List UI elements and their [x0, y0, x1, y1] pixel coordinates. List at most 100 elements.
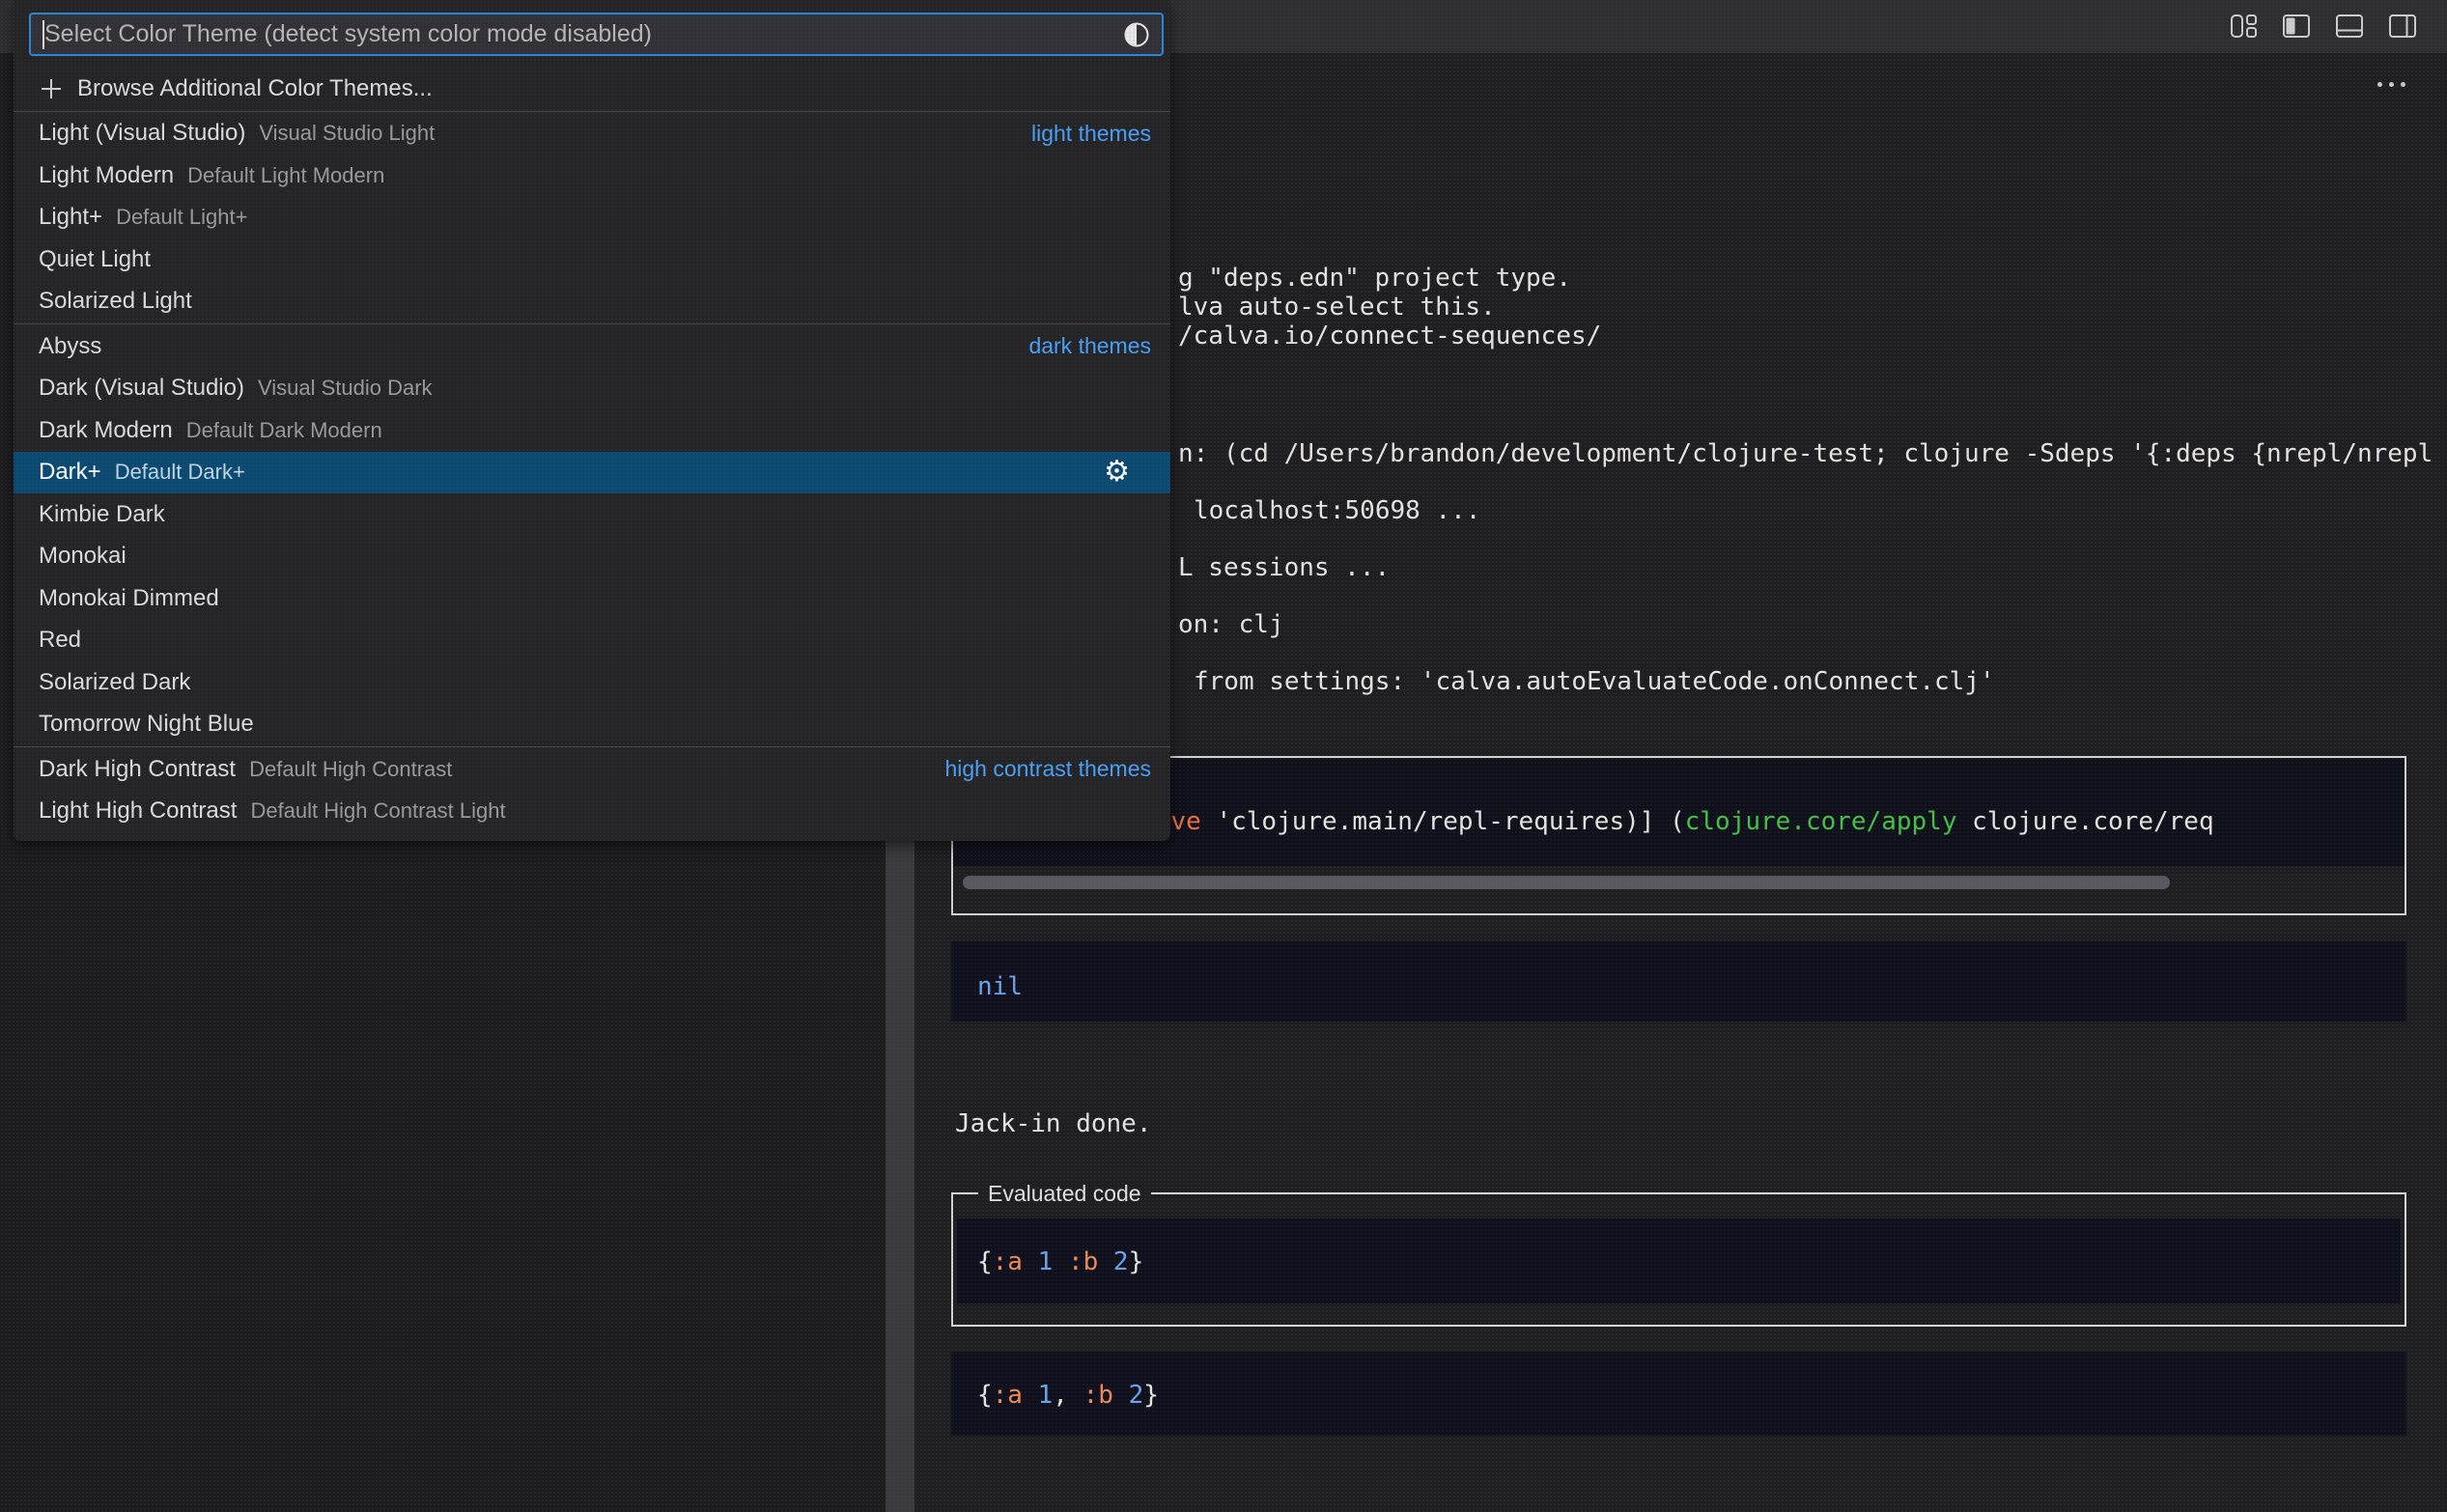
theme-category-label: high contrast themes [944, 756, 1151, 782]
theme-item-dark-modern[interactable]: Dark Modern Default Dark Modern [14, 409, 1170, 452]
theme-search-input[interactable]: Select Color Theme (detect system color … [29, 13, 1164, 56]
theme-item-label: Light (Visual Studio) [39, 120, 245, 147]
code-token: } [1129, 1247, 1144, 1276]
theme-item-description: Default High Contrast Light [250, 798, 505, 824]
plus-icon [39, 76, 64, 101]
repl-output-line: from settings: 'calva.autoEvaluateCode.o… [1178, 669, 2433, 694]
theme-item-light[interactable]: Light+ Default Light+ [14, 197, 1170, 239]
theme-category-label: dark themes [1028, 333, 1151, 359]
evaluating-code-line: quires (resolve 'clojure.main/repl-requi… [953, 758, 2405, 866]
theme-item-label: Light Modern [39, 162, 174, 189]
theme-item-kimbie-dark[interactable]: Kimbie Dark [14, 493, 1170, 536]
theme-item-label: Dark High Contrast [39, 756, 236, 783]
theme-item-label: Kimbie Dark [39, 501, 165, 528]
code-token: 2 [1129, 1381, 1144, 1410]
theme-item-abyss[interactable]: Abyss dark themes [14, 325, 1170, 368]
code-token: 1 [1038, 1381, 1054, 1410]
theme-item-solarized-light[interactable]: Solarized Light [14, 281, 1170, 323]
jack-in-done-text: Jack-in done. [955, 1109, 1152, 1138]
theme-item-description: Visual Studio Dark [258, 376, 433, 401]
theme-item-red[interactable]: Red [14, 620, 1170, 662]
code-token [1023, 1247, 1038, 1276]
code-token [1113, 1381, 1129, 1410]
code-token: :a [993, 1381, 1023, 1410]
repl-output-line: L sessions ... [1178, 555, 2433, 580]
code-token [1053, 1247, 1068, 1276]
code-token: clojure.core/req [1956, 807, 2213, 836]
theme-item-label: Light+ [39, 204, 102, 231]
gear-icon[interactable]: ⚙ [1104, 458, 1151, 487]
quick-pick-separator [14, 323, 1170, 324]
code-token: 2 [1113, 1247, 1129, 1276]
toggle-panel-icon[interactable] [2334, 11, 2365, 42]
evaluated-code-result-2: {:a 1, :b 2} [951, 1352, 2406, 1436]
color-theme-quick-pick: Select Color Theme (detect system color … [14, 0, 1170, 841]
theme-item-tomorrow-night-blue[interactable]: Tomorrow Night Blue [14, 704, 1170, 746]
nil-result-box: nil [951, 941, 2406, 1022]
code-token [1023, 1381, 1038, 1410]
code-token: :a [993, 1247, 1023, 1276]
theme-item-solarized-dark[interactable]: Solarized Dark [14, 661, 1170, 704]
theme-item-description: Default High Contrast [249, 757, 452, 782]
theme-item-label: Monokai Dimmed [39, 585, 219, 612]
theme-item-label: Browse Additional Color Themes... [77, 75, 433, 102]
repl-output-line: /calva.io/connect-sequences/ [1178, 322, 1601, 350]
code-token: , [1053, 1381, 1083, 1410]
code-token: { [977, 1381, 993, 1410]
code-token: 'clojure.main/repl-requires)] ( [1201, 807, 1685, 836]
theme-item-light-visual-studio[interactable]: Light (Visual Studio) Visual Studio Light… [14, 113, 1170, 155]
toggle-primary-sidebar-icon[interactable] [2281, 11, 2312, 42]
customize-layout-icon[interactable] [2228, 11, 2259, 42]
theme-item-label: Quiet Light [39, 246, 151, 273]
code-token: } [1143, 1381, 1159, 1410]
horizontal-scrollbar-thumb[interactable] [963, 876, 2170, 889]
repl-output-line: on: clj [1178, 612, 2433, 637]
code-token: { [977, 1247, 993, 1276]
theme-item-quiet-light[interactable]: Quiet Light [14, 238, 1170, 281]
theme-item-label: Solarized Dark [39, 669, 190, 696]
repl-output-line: g "deps.edn" project type. [1178, 264, 1601, 293]
theme-item-monokai[interactable]: Monokai [14, 536, 1170, 578]
theme-item-dark-visual-studio[interactable]: Dark (Visual Studio) Visual Studio Dark [14, 368, 1170, 410]
repl-intro-lines: g "deps.edn" project type.lva auto-selec… [1178, 264, 1601, 350]
color-mode-half-circle-icon[interactable] [1123, 21, 1150, 48]
theme-item-browse-additional-color-themes[interactable]: Browse Additional Color Themes... [14, 68, 1170, 110]
input-placeholder: Select Color Theme (detect system color … [44, 20, 1113, 48]
theme-item-label: Dark+ [39, 459, 101, 486]
theme-item-description: Default Dark Modern [186, 418, 382, 443]
theme-item-dark[interactable]: Dark+ Default Dark+ ⚙ [14, 452, 1170, 494]
theme-category-label: light themes [1031, 121, 1151, 147]
quick-pick-separator [14, 746, 1170, 747]
theme-item-dark-high-contrast[interactable]: Dark High Contrast Default High Contrast h… [14, 748, 1170, 791]
theme-item-description: Default Light+ [116, 205, 247, 230]
repl-output-line: localhost:50698 ... [1178, 498, 2433, 523]
theme-item-light-modern[interactable]: Light Modern Default Light Modern [14, 154, 1170, 197]
theme-item-label: Abyss [39, 333, 101, 360]
evaluated-code-fieldset: Evaluated code {:a 1 :b 2} [951, 1180, 2406, 1327]
toggle-secondary-sidebar-icon[interactable] [2387, 11, 2418, 42]
repl-jack-in-lines: n: (cd /Users/brandon/development/clojur… [1178, 441, 2433, 726]
layout-controls [2228, 11, 2418, 42]
quick-pick-list: Browse Additional Color Themes... Light (… [14, 68, 1170, 832]
theme-item-label: Dark (Visual Studio) [39, 375, 244, 402]
theme-item-description: Default Light Modern [187, 163, 384, 188]
evaluated-code-result-1: {:a 1 :b 2} [957, 1218, 2401, 1303]
repl-output-line: lva auto-select this. [1178, 293, 1601, 322]
theme-item-description: Visual Studio Light [259, 121, 435, 146]
theme-item-label: Light High Contrast [39, 798, 237, 825]
code-token: :b [1068, 1247, 1098, 1276]
theme-item-label: Solarized Light [39, 288, 192, 315]
code-token: clojure.core/apply [1685, 807, 1957, 836]
code-token [1098, 1247, 1113, 1276]
theme-item-light-high-contrast[interactable]: Light High Contrast Default High Contrast… [14, 791, 1170, 833]
code-token: nil [977, 972, 1023, 1001]
theme-item-label: Dark Modern [39, 417, 173, 444]
theme-item-monokai-dimmed[interactable]: Monokai Dimmed [14, 577, 1170, 620]
quick-pick-separator [14, 111, 1170, 112]
theme-item-description: Default Dark+ [115, 460, 245, 485]
evaluated-code-legend: Evaluated code [978, 1180, 1151, 1207]
more-actions-icon[interactable] [2377, 82, 2405, 87]
theme-item-label: Tomorrow Night Blue [39, 711, 254, 738]
repl-output-line: n: (cd /Users/brandon/development/clojur… [1178, 441, 2433, 466]
code-token: :b [1083, 1381, 1113, 1410]
